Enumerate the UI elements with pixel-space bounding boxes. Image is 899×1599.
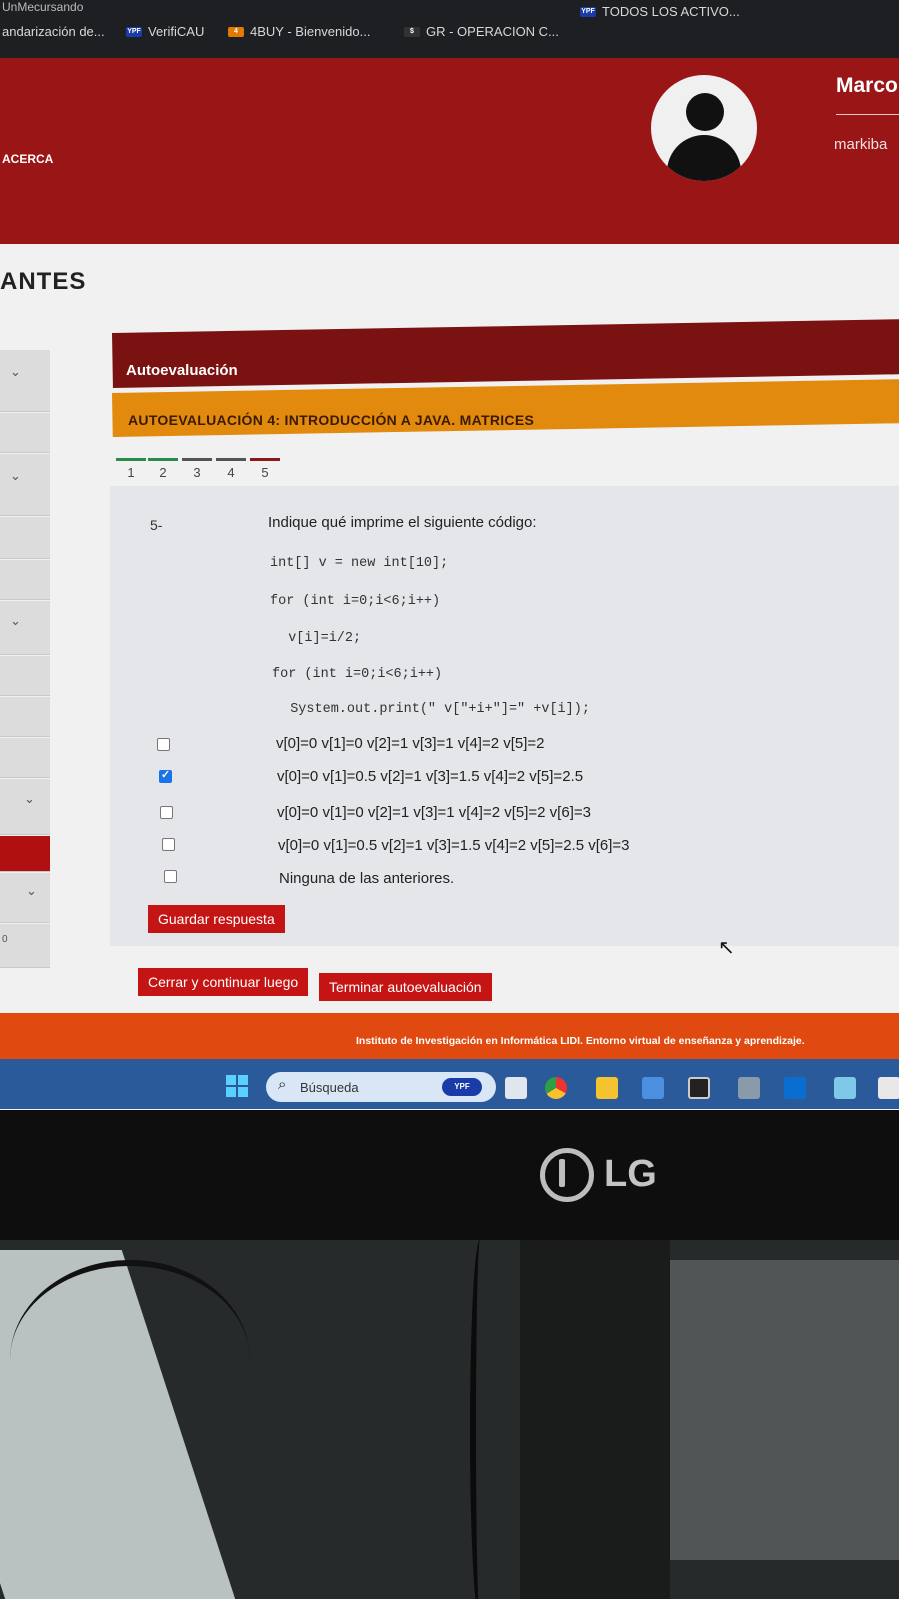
chevron-down-icon: ⌄ [26,883,37,898]
sidebar-item[interactable]: 0 [0,924,50,968]
quiz-header-bar [112,379,899,437]
step-3[interactable]: 3 [180,458,214,480]
chevron-down-icon: ⌄ [24,791,35,806]
nav-acerca-link[interactable]: ACERCA [2,152,53,166]
sidebar-item[interactable] [0,656,50,696]
question-text: Indique qué imprime el siguiente código: [268,514,537,531]
step-5[interactable]: 5 [248,458,282,480]
save-answer-button[interactable]: Guardar respuesta [148,905,285,933]
app-icon[interactable] [642,1077,664,1099]
user-login: markiba [834,136,888,153]
chevron-down-icon: ⌄ [10,468,21,483]
taskbar-search-placeholder: Búsqueda [300,1080,359,1095]
mouse-cursor-icon: ↖ [718,937,735,959]
code-line: for (int i=0;i<6;i++) [270,594,441,609]
sidebar-item[interactable]: ⌄ [0,779,50,835]
site-header [0,58,899,244]
code-line: for (int i=0;i<6;i++) [272,667,443,682]
finish-self-assessment-button[interactable]: Terminar autoevaluación [319,973,492,1001]
avatar[interactable] [651,75,757,181]
user-silhouette-icon [686,93,724,131]
sidebar-item[interactable]: ⌄ [0,601,50,655]
ypf-icon: YPF [580,6,596,17]
bookmark-partial[interactable]: UnMecursando [2,0,83,14]
monitor-stand [520,1240,670,1599]
sidebar-item[interactable]: ⌄ [0,454,50,516]
bookmark-verificau[interactable]: YPF VerifiCAU [126,24,204,39]
chevron-down-icon: ⌄ [10,364,21,379]
terminal-icon[interactable] [688,1077,710,1099]
page-title: ANTES [0,268,87,295]
sidebar-item[interactable] [0,738,50,778]
bookmark-gr-operacion[interactable]: $ GR - OPERACION C... [404,24,559,39]
option-4-checkbox[interactable] [162,838,175,851]
sidebar-item[interactable] [0,697,50,737]
sidebar-item-active[interactable] [0,836,50,872]
step-4[interactable]: 4 [214,458,248,480]
sidebar-item[interactable]: ⌄ [0,873,50,923]
monitor-bezel [0,1110,899,1240]
windows-start-icon[interactable] [226,1075,248,1097]
search-icon: ⌕ [278,1076,287,1093]
question-number: 5- [150,517,163,533]
option-3-label[interactable]: v[0]=0 v[1]=0 v[2]=1 v[3]=1 v[4]=2 v[5]=… [277,804,591,821]
ypf-icon: YPF [126,26,142,37]
cable [470,1240,490,1599]
monitor-screen: UnMecursando andarización de... YPF Veri… [0,0,899,1115]
user-name: Marco [836,74,898,97]
option-1-label[interactable]: v[0]=0 v[1]=0 v[2]=1 v[3]=1 v[4]=2 v[5]=… [276,735,545,752]
sidebar-item[interactable] [0,413,50,453]
bookmarks-bar: UnMecursando andarización de... YPF Veri… [0,0,899,62]
option-1-checkbox[interactable] [157,738,170,751]
bookmark-todos-los-activos[interactable]: YPF TODOS LOS ACTIVO... [580,4,740,19]
desk-background [0,1240,899,1599]
option-5-checkbox[interactable] [164,870,177,883]
notepad-icon[interactable] [834,1077,856,1099]
lg-logo-icon [540,1148,594,1202]
chrome-icon[interactable] [545,1077,567,1099]
file-explorer-icon[interactable] [596,1077,618,1099]
option-5-label[interactable]: Ninguna de las anteriores. [279,870,454,887]
option-4-label[interactable]: v[0]=0 v[1]=0.5 v[2]=1 v[3]=1.5 v[4]=2 v… [278,837,630,854]
task-view-icon[interactable] [505,1077,527,1099]
bookmark-estandarizacion[interactable]: andarización de... [2,24,105,39]
step-2[interactable]: 2 [146,458,180,480]
outlook-icon[interactable] [784,1077,806,1099]
step-1[interactable]: 1 [114,458,148,480]
option-2-checkbox[interactable] [159,768,172,783]
code-line: v[i]=i/2; [272,631,362,646]
4buy-icon: 4 [228,26,244,37]
sidebar-item[interactable] [0,560,50,600]
search-badge: YPF [442,1078,482,1096]
footer-text: Instituto de Investigación en Informátic… [356,1035,805,1047]
close-continue-later-button[interactable]: Cerrar y continuar luego [138,968,309,996]
quiz-title: AUTOEVALUACIÓN 4: INTRODUCCIÓN A JAVA. M… [128,412,535,428]
chevron-down-icon: ⌄ [10,613,21,628]
gr-icon: $ [404,26,420,37]
settings-icon[interactable] [738,1077,760,1099]
sidebar-item[interactable] [0,517,50,559]
code-line: int[] v = new int[10]; [270,556,449,571]
divider [836,114,899,115]
sidebar-item[interactable]: ⌄ [0,350,50,412]
cable [10,1260,250,1460]
bookmark-4buy[interactable]: 4 4BUY - Bienvenido... [228,24,370,39]
code-line: System.out.print(" v["+i+"]=" +v[i]); [274,702,590,717]
calendar-icon[interactable] [878,1077,899,1099]
option-3-checkbox[interactable] [160,806,173,819]
option-2-label[interactable]: v[0]=0 v[1]=0.5 v[2]=1 v[3]=1.5 v[4]=2 v… [277,768,583,785]
section-title: Autoevaluación [126,362,238,379]
monitor-brand: LG [604,1153,657,1195]
sidebar: ⌄ ⌄ ⌄ ⌄ ⌄ 0 [0,350,54,980]
